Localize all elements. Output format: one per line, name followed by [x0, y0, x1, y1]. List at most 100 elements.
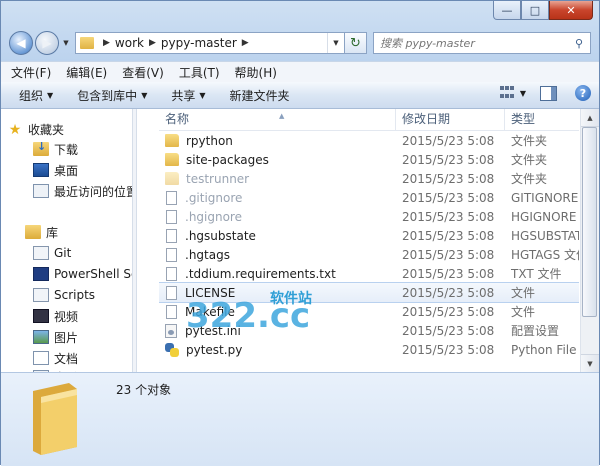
pane-splitter[interactable]	[132, 109, 137, 372]
file-type: HGSUBSTATE	[511, 228, 579, 243]
file-name-cell: Makefile	[165, 304, 235, 319]
file-row[interactable]: .hgtags 2015/5/23 5:08 HGTAGS 文件	[159, 245, 579, 264]
file-type: 文件	[511, 286, 536, 300]
search-box[interactable]: ⚲	[373, 32, 591, 54]
nav-item-downloads[interactable]: 下载	[33, 139, 78, 159]
menu-help[interactable]: 帮助(H)	[235, 64, 277, 81]
menu-file[interactable]: 文件(F)	[11, 64, 51, 81]
file-name: .tddium.requirements.txt	[185, 266, 336, 281]
file-name-cell: pytest.py	[165, 342, 243, 357]
file-name: LICENSE	[185, 285, 236, 300]
nav-item-recent[interactable]: 最近访问的位置	[33, 181, 132, 201]
breadcrumb: ▶ work ▶ pypy-master ▶	[98, 36, 254, 50]
search-input[interactable]	[378, 35, 572, 51]
file-row[interactable]: .tddium.requirements.txt 2015/5/23 5:08 …	[159, 264, 579, 283]
menu-view[interactable]: 查看(V)	[122, 64, 164, 81]
file-icon	[166, 285, 177, 300]
python-file-icon	[165, 342, 179, 357]
folder-icon	[80, 37, 94, 49]
file-row[interactable]: pytest.py 2015/5/23 5:08 Python File	[159, 340, 579, 359]
scroll-down-button[interactable]: ▼	[581, 354, 599, 372]
preview-pane-icon[interactable]	[540, 85, 557, 101]
column-header-name[interactable]: 名称 ▲	[159, 109, 396, 130]
nav-item-libraries[interactable]: 库	[25, 222, 58, 242]
folder-icon	[165, 134, 179, 147]
details-pane: 23 个对象	[1, 372, 599, 466]
file-row[interactable]: .hgsubstate 2015/5/23 5:08 HGSUBSTATE	[159, 226, 579, 245]
file-row[interactable]: .hgignore 2015/5/23 5:08 HGIGNORE 文	[159, 207, 579, 226]
menu-edit[interactable]: 编辑(E)	[66, 64, 107, 81]
file-date: 2015/5/23 5:08	[402, 152, 495, 167]
breadcrumb-item[interactable]: work	[115, 36, 144, 50]
powershell-icon	[33, 267, 49, 281]
chevron-right-icon[interactable]: ▶	[149, 38, 156, 48]
nav-item-label: 库	[46, 225, 59, 240]
nav-item-scripts[interactable]: Scripts	[33, 285, 95, 305]
nav-item-label: PowerShell Scr	[54, 267, 132, 281]
nav-item-pictures[interactable]: 图片	[33, 327, 78, 347]
file-name: pytest.py	[186, 342, 243, 357]
include-in-library-button[interactable]: 包含到库中 ▼	[77, 87, 147, 104]
file-row[interactable]: testrunner 2015/5/23 5:08 文件夹	[159, 169, 579, 188]
help-icon[interactable]: ?	[575, 85, 591, 101]
nav-item-label: 视频	[54, 309, 79, 324]
maximize-button[interactable]: □	[521, 1, 549, 20]
chevron-down-icon: ▼	[199, 90, 206, 100]
column-header-date[interactable]: 修改日期	[396, 109, 505, 130]
nav-item-favorites[interactable]: ★ 收藏夹	[7, 119, 64, 139]
library-icon	[25, 225, 41, 239]
menu-tools[interactable]: 工具(T)	[179, 64, 220, 81]
nav-item-desktop[interactable]: 桌面	[33, 160, 78, 180]
desktop-icon	[33, 163, 49, 177]
search-icon[interactable]: ⚲	[572, 37, 586, 50]
minimize-button[interactable]: —	[493, 1, 521, 20]
refresh-button[interactable]: ↻	[345, 32, 367, 54]
folder-icon	[165, 153, 179, 166]
close-button[interactable]: ✕	[549, 1, 593, 20]
file-row[interactable]: .gitignore 2015/5/23 5:08 GITIGNORE 文	[159, 188, 579, 207]
nav-item-videos[interactable]: 视频	[33, 306, 78, 326]
chevron-right-icon[interactable]: ▶	[242, 38, 249, 48]
file-type: 文件	[511, 305, 536, 319]
library-folder-icon	[33, 246, 49, 260]
scroll-up-button[interactable]: ▲	[581, 109, 599, 127]
file-date: 2015/5/23 5:08	[402, 209, 495, 224]
file-icon	[166, 304, 177, 319]
file-list: 名称 ▲ 修改日期 类型 rpython 2015/5/23 5:08 文件夹 …	[159, 109, 579, 372]
address-history-dropdown[interactable]: ▼	[327, 33, 344, 53]
file-list-scrollbar[interactable]: ▲ ▼	[580, 109, 599, 372]
file-icon	[166, 266, 177, 281]
change-view-icon[interactable]	[499, 86, 516, 100]
recent-pages-dropdown[interactable]: ▼	[61, 39, 71, 47]
file-name: Makefile	[185, 304, 235, 319]
breadcrumb-item[interactable]: pypy-master	[161, 36, 237, 50]
file-name-cell: rpython	[165, 134, 233, 148]
chevron-down-icon: ▼	[47, 90, 54, 100]
file-row-selected[interactable]: LICENSE 2015/5/23 5:08 文件	[159, 282, 579, 303]
command-bar: 组织 ▼ 包含到库中 ▼ 共享 ▼ 新建文件夹 ▼ ?	[1, 82, 599, 109]
file-row[interactable]: pytest.ini 2015/5/23 5:08 配置设置	[159, 321, 579, 340]
file-name: pytest.ini	[185, 323, 241, 338]
new-folder-button[interactable]: 新建文件夹	[230, 87, 290, 104]
scrollbar-thumb[interactable]	[582, 127, 597, 317]
file-type: 文件夹	[511, 172, 548, 186]
share-button[interactable]: 共享 ▼	[171, 87, 205, 104]
view-options-dropdown[interactable]: ▼	[520, 89, 526, 98]
address-bar[interactable]: ▶ work ▶ pypy-master ▶ ▼	[75, 32, 345, 54]
column-header-type[interactable]: 类型	[505, 109, 579, 130]
file-row[interactable]: Makefile 2015/5/23 5:08 文件	[159, 302, 579, 321]
forward-button[interactable]: ▶	[35, 31, 59, 55]
sort-ascending-icon: ▲	[279, 112, 285, 120]
file-date: 2015/5/23 5:08	[402, 247, 495, 262]
nav-item-documents[interactable]: 文档	[33, 348, 78, 368]
chevron-right-icon[interactable]: ▶	[103, 38, 110, 48]
file-row[interactable]: rpython 2015/5/23 5:08 文件夹	[159, 131, 579, 150]
nav-item-powershell[interactable]: PowerShell Scr	[33, 264, 132, 284]
back-button[interactable]: ◀	[9, 31, 33, 55]
video-icon	[33, 309, 49, 323]
nav-item-git[interactable]: Git	[33, 243, 71, 263]
column-header-label: 名称	[165, 112, 190, 126]
nav-item-label: Git	[54, 246, 72, 260]
organize-button[interactable]: 组织 ▼	[19, 87, 53, 104]
file-row[interactable]: site-packages 2015/5/23 5:08 文件夹	[159, 150, 579, 169]
